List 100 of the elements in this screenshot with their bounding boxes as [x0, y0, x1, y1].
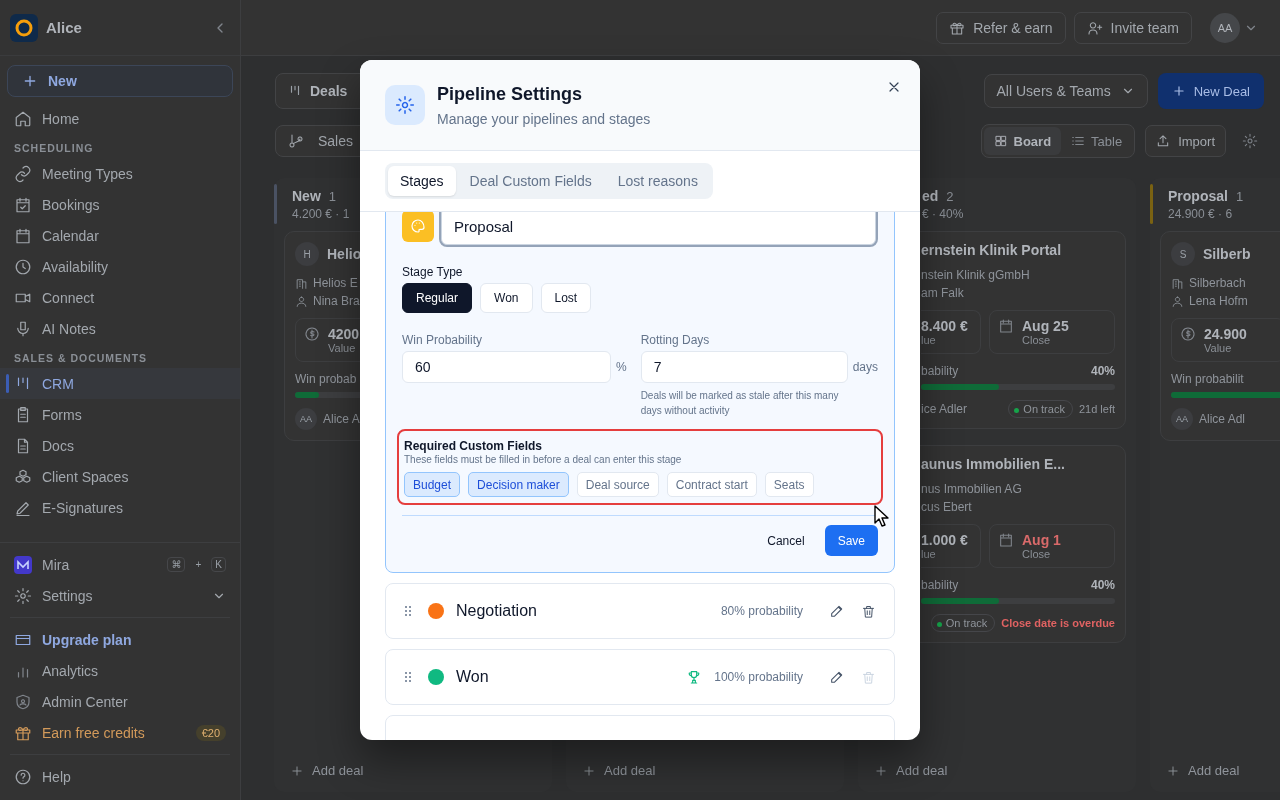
probability-label: bability — [921, 578, 959, 592]
nav-item[interactable]: Calendar — [0, 220, 240, 251]
nav-item[interactable]: Admin Center — [0, 686, 240, 717]
new-button[interactable]: New — [7, 65, 233, 97]
topbar-button[interactable]: Refer & earn — [936, 11, 1066, 44]
tab[interactable]: Deal Custom Fields — [457, 166, 604, 196]
link-icon — [14, 164, 32, 183]
plus-icon — [582, 763, 596, 778]
stage-type-option[interactable]: Lost — [540, 283, 592, 313]
import-button[interactable]: Import — [1145, 125, 1226, 157]
kanban-icon — [288, 84, 302, 98]
close-label: Close — [1022, 334, 1052, 346]
owner-name: Alice A — [323, 412, 360, 426]
calendar-icon — [998, 532, 1014, 548]
stage-type-option[interactable]: Regular — [402, 283, 473, 313]
company-name: Helios E — [313, 276, 358, 290]
nav-item[interactable]: Earn free credits €20 — [0, 717, 240, 748]
deal-value: 4200 — [328, 326, 360, 342]
calendar-icon — [998, 318, 1014, 334]
cancel-button[interactable]: Cancel — [757, 525, 815, 556]
field-chip[interactable]: Budget — [404, 472, 461, 497]
tab[interactable]: Stages — [388, 166, 456, 196]
nav-item[interactable]: Analytics — [0, 655, 240, 686]
topbar-button[interactable]: Invite team — [1073, 11, 1192, 44]
company-name: nus Immobilien AG — [921, 482, 1022, 496]
unit-label: % — [615, 360, 627, 374]
section-heading: SALES & DOCUMENTS — [13, 351, 149, 366]
calendar-check-icon — [14, 195, 32, 214]
list-icon — [1071, 134, 1086, 148]
deal-title: aunus Immobilien E... — [921, 456, 1065, 472]
deal-count: 1 — [328, 189, 337, 204]
nav-item[interactable]: Connect — [0, 282, 240, 313]
assistant-logo — [14, 555, 32, 574]
save-button[interactable]: Save — [824, 525, 878, 556]
contact-name: am Falk — [921, 286, 964, 300]
add-deal-button[interactable]: Add deal — [284, 757, 370, 784]
probability-label: Win probab — [295, 372, 357, 386]
rotting-days-field[interactable]: 7 — [640, 351, 848, 383]
nav-item[interactable]: Forms — [0, 399, 240, 430]
tab[interactable]: Lost reasons — [605, 166, 710, 196]
owner-filter-dropdown[interactable]: All Users & Teams — [983, 74, 1148, 108]
shortcut-key: K — [211, 557, 226, 572]
trash-icon — [861, 603, 876, 619]
value-label: lue — [921, 334, 937, 346]
stage-row[interactable]: Won 100% probability — [385, 649, 895, 705]
section-hint: These fields must be filled in before a deal can enter this stage — [404, 454, 683, 465]
field-chip[interactable]: Contract start — [666, 472, 757, 497]
probability-text: 100% probability — [714, 670, 803, 684]
field-chip[interactable]: Deal source — [576, 472, 659, 497]
probability-value: 40% — [1090, 364, 1115, 378]
microphone-icon — [14, 319, 32, 338]
dialog-title: Pipeline Settings — [437, 83, 584, 105]
nav-item[interactable]: Bookings — [0, 189, 240, 220]
close-date: Aug 1 — [1022, 532, 1061, 548]
deadline-note: 21d left — [1078, 403, 1115, 415]
stage-row[interactable]: Negotiation 80% probability — [385, 583, 895, 639]
nav-item[interactable]: CRM — [0, 368, 240, 399]
upload-icon — [1156, 134, 1171, 148]
page-title: Deals — [310, 83, 348, 99]
dialog-subtitle: Manage your pipelines and stages — [437, 110, 651, 127]
stage-type-option[interactable]: Won — [480, 283, 533, 313]
view-tab[interactable]: Table — [1061, 127, 1133, 155]
stage-name-field[interactable]: Proposal — [441, 212, 876, 245]
deal-card[interactable]: S Silberb Silberbach Lena Hofm 24.900 Value Win probabilit AA Alice Adl — [1160, 231, 1280, 441]
helper-text: Deals will be marked as stale after this many days without activity — [640, 389, 840, 418]
probability-field[interactable]: 60 — [402, 351, 611, 383]
nav-item[interactable]: E-Signatures — [0, 492, 240, 523]
app-logo — [10, 13, 38, 42]
color-picker-button[interactable] — [402, 212, 434, 242]
stage-summary: € · 40% — [922, 207, 964, 221]
add-deal-button[interactable]: Add deal — [576, 757, 662, 784]
building-icon — [295, 276, 308, 290]
add-deal-button[interactable]: Add deal — [1160, 757, 1246, 784]
settings-icon — [395, 95, 415, 115]
deal-value: 1.000 € — [921, 532, 968, 548]
field-chip[interactable]: Seats — [764, 472, 814, 497]
plus-icon — [874, 763, 888, 778]
help-item[interactable]: Help — [0, 761, 240, 792]
settings-item[interactable]: Settings — [0, 580, 240, 611]
nav-item[interactable]: AI Notes — [0, 313, 240, 344]
nav-item[interactable]: Home — [0, 103, 240, 134]
credit-badge: €20 — [195, 724, 226, 741]
nav-item[interactable]: Client Spaces — [0, 461, 240, 492]
add-deal-button[interactable]: Add deal — [868, 757, 954, 784]
deal-count: 2 — [946, 189, 954, 204]
stage-name: Won — [456, 668, 489, 686]
owner-avatar: AA — [1171, 408, 1193, 430]
assistant-item[interactable]: Mira ⌘ + K — [0, 549, 240, 580]
account-menu[interactable]: AA — [1204, 11, 1264, 44]
value-label: Value — [328, 342, 357, 354]
settings-icon — [1242, 133, 1258, 149]
nav-item[interactable]: Docs — [0, 430, 240, 461]
nav-item[interactable]: Availability — [0, 251, 240, 282]
view-tab[interactable]: Board — [983, 127, 1062, 155]
field-chip[interactable]: Decision maker — [468, 472, 569, 497]
nav-item[interactable]: Meeting Types — [0, 158, 240, 189]
new-deal-button[interactable]: New Deal — [1157, 73, 1264, 109]
close-label: Close — [1022, 548, 1052, 560]
nav-label: Upgrade plan — [42, 631, 133, 648]
nav-item[interactable]: Upgrade plan — [0, 624, 240, 655]
